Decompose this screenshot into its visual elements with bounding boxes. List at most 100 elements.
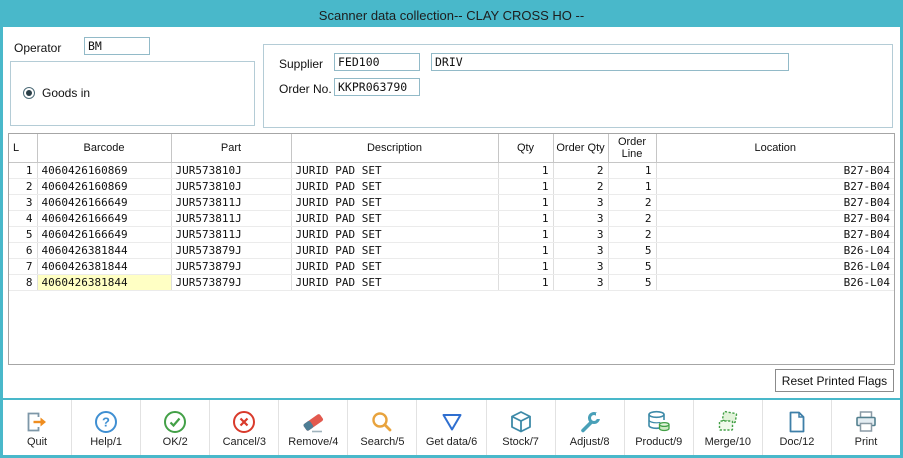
cell-location[interactable]: B27-B04	[656, 210, 894, 227]
titlebar[interactable]: Scanner data collection-- CLAY CROSS HO …	[3, 3, 900, 27]
col-header-order-qty[interactable]: Order Qty	[553, 134, 609, 163]
cell-barcode[interactable]: 4060426381844	[37, 258, 172, 275]
cell-part[interactable]: JUR573810J	[171, 162, 292, 179]
cell-location[interactable]: B27-B04	[656, 226, 894, 243]
col-header-description[interactable]: Description	[291, 134, 499, 163]
cell-location[interactable]: B26-L04	[656, 242, 894, 259]
quit-button[interactable]: Quit	[3, 400, 73, 455]
adjust-button[interactable]: Adjust/8	[556, 400, 625, 455]
cell-order-qty[interactable]: 3	[553, 226, 609, 243]
cell-order-line[interactable]: 5	[608, 274, 657, 291]
cell-part[interactable]: JUR573811J	[171, 226, 292, 243]
goods-in-radio-icon[interactable]	[23, 87, 35, 99]
cell-description[interactable]: JURID PAD SET	[291, 226, 499, 243]
table-row[interactable]: 5 4060426166649 JUR573811J JURID PAD SET…	[9, 226, 894, 243]
cell-part[interactable]: JUR573879J	[171, 242, 292, 259]
cell-part[interactable]: JUR573811J	[171, 194, 292, 211]
cell-location[interactable]: B26-L04	[656, 258, 894, 275]
cell-order-line[interactable]: 2	[608, 194, 657, 211]
reset-printed-flags-button[interactable]: Reset Printed Flags	[775, 369, 894, 392]
cell-qty[interactable]: 1	[498, 210, 554, 227]
col-header-order-line[interactable]: Order Line	[608, 134, 657, 163]
cell-barcode[interactable]: 4060426166649	[37, 210, 172, 227]
cell-order-line[interactable]: 2	[608, 226, 657, 243]
table-row[interactable]: 8 4060426381844 JUR573879J JURID PAD SET…	[9, 274, 894, 291]
cell-line[interactable]: 4	[9, 210, 38, 227]
cell-description[interactable]: JURID PAD SET	[291, 210, 499, 227]
cell-order-line[interactable]: 1	[608, 162, 657, 179]
cell-line[interactable]: 7	[9, 258, 38, 275]
cell-part[interactable]: JUR573811J	[171, 210, 292, 227]
cell-location[interactable]: B27-B04	[656, 194, 894, 211]
cell-description[interactable]: JURID PAD SET	[291, 194, 499, 211]
supplier-name-input[interactable]	[431, 53, 789, 71]
table-row[interactable]: 1 4060426160869 JUR573810J JURID PAD SET…	[9, 162, 894, 179]
remove-button[interactable]: Remove/4	[279, 400, 349, 455]
cancel-button[interactable]: Cancel/3	[210, 400, 280, 455]
col-header-qty[interactable]: Qty	[498, 134, 554, 163]
cell-description[interactable]: JURID PAD SET	[291, 162, 499, 179]
cell-barcode[interactable]: 4060426381844	[37, 242, 172, 259]
cell-qty[interactable]: 1	[498, 178, 554, 195]
supplier-code-input[interactable]	[334, 53, 420, 71]
cell-description[interactable]: JURID PAD SET	[291, 242, 499, 259]
cell-qty[interactable]: 1	[498, 258, 554, 275]
cell-description[interactable]: JURID PAD SET	[291, 274, 499, 291]
cell-line[interactable]: 8	[9, 274, 38, 291]
col-header-part[interactable]: Part	[171, 134, 292, 163]
cell-part[interactable]: JUR573810J	[171, 178, 292, 195]
cell-part[interactable]: JUR573879J	[171, 258, 292, 275]
cell-location[interactable]: B27-B04	[656, 162, 894, 179]
col-header-l[interactable]: L	[9, 134, 38, 163]
cell-order-line[interactable]: 2	[608, 210, 657, 227]
cell-qty[interactable]: 1	[498, 274, 554, 291]
stock-button[interactable]: Stock/7	[487, 400, 556, 455]
cell-line[interactable]: 6	[9, 242, 38, 259]
cell-barcode[interactable]: 4060426166649	[37, 226, 172, 243]
cell-part[interactable]: JUR573879J	[171, 274, 292, 291]
product-button[interactable]: Product/9	[625, 400, 694, 455]
cell-location[interactable]: B27-B04	[656, 178, 894, 195]
operator-input[interactable]	[84, 37, 150, 55]
goods-in-option[interactable]: Goods in	[23, 86, 90, 100]
cell-order-qty[interactable]: 3	[553, 210, 609, 227]
cell-order-qty[interactable]: 3	[553, 274, 609, 291]
cell-order-line[interactable]: 5	[608, 242, 657, 259]
cell-description[interactable]: JURID PAD SET	[291, 178, 499, 195]
cell-qty[interactable]: 1	[498, 226, 554, 243]
search-button[interactable]: Search/5	[348, 400, 418, 455]
col-header-barcode[interactable]: Barcode	[37, 134, 172, 163]
cell-order-qty[interactable]: 2	[553, 162, 609, 179]
merge-button[interactable]: Merge/10	[694, 400, 763, 455]
cell-qty[interactable]: 1	[498, 242, 554, 259]
cell-line[interactable]: 5	[9, 226, 38, 243]
print-button[interactable]: Print	[832, 400, 900, 455]
table-row[interactable]: 7 4060426381844 JUR573879J JURID PAD SET…	[9, 258, 894, 275]
get-data-button[interactable]: Get data/6	[417, 400, 487, 455]
table-row[interactable]: 2 4060426160869 JUR573810J JURID PAD SET…	[9, 178, 894, 195]
cell-location[interactable]: B26-L04	[656, 274, 894, 291]
table-row[interactable]: 6 4060426381844 JUR573879J JURID PAD SET…	[9, 242, 894, 259]
cell-line[interactable]: 3	[9, 194, 38, 211]
cell-barcode-selected[interactable]: 4060426381844	[37, 274, 172, 291]
cell-description[interactable]: JURID PAD SET	[291, 258, 499, 275]
cell-barcode[interactable]: 4060426160869	[37, 178, 172, 195]
cell-line[interactable]: 1	[9, 162, 38, 179]
cell-barcode[interactable]: 4060426166649	[37, 194, 172, 211]
cell-qty[interactable]: 1	[498, 194, 554, 211]
help-button[interactable]: ? Help/1	[72, 400, 142, 455]
cell-line[interactable]: 2	[9, 178, 38, 195]
order-no-input[interactable]	[334, 78, 420, 96]
cell-order-qty[interactable]: 3	[553, 258, 609, 275]
table-row[interactable]: 4 4060426166649 JUR573811J JURID PAD SET…	[9, 210, 894, 227]
col-header-location[interactable]: Location	[656, 134, 894, 163]
cell-barcode[interactable]: 4060426160869	[37, 162, 172, 179]
cell-order-qty[interactable]: 2	[553, 178, 609, 195]
cell-order-line[interactable]: 1	[608, 178, 657, 195]
table-row[interactable]: 3 4060426166649 JUR573811J JURID PAD SET…	[9, 194, 894, 211]
cell-order-qty[interactable]: 3	[553, 242, 609, 259]
doc-button[interactable]: Doc/12	[763, 400, 832, 455]
cell-order-qty[interactable]: 3	[553, 194, 609, 211]
cell-order-line[interactable]: 5	[608, 258, 657, 275]
cell-qty[interactable]: 1	[498, 162, 554, 179]
